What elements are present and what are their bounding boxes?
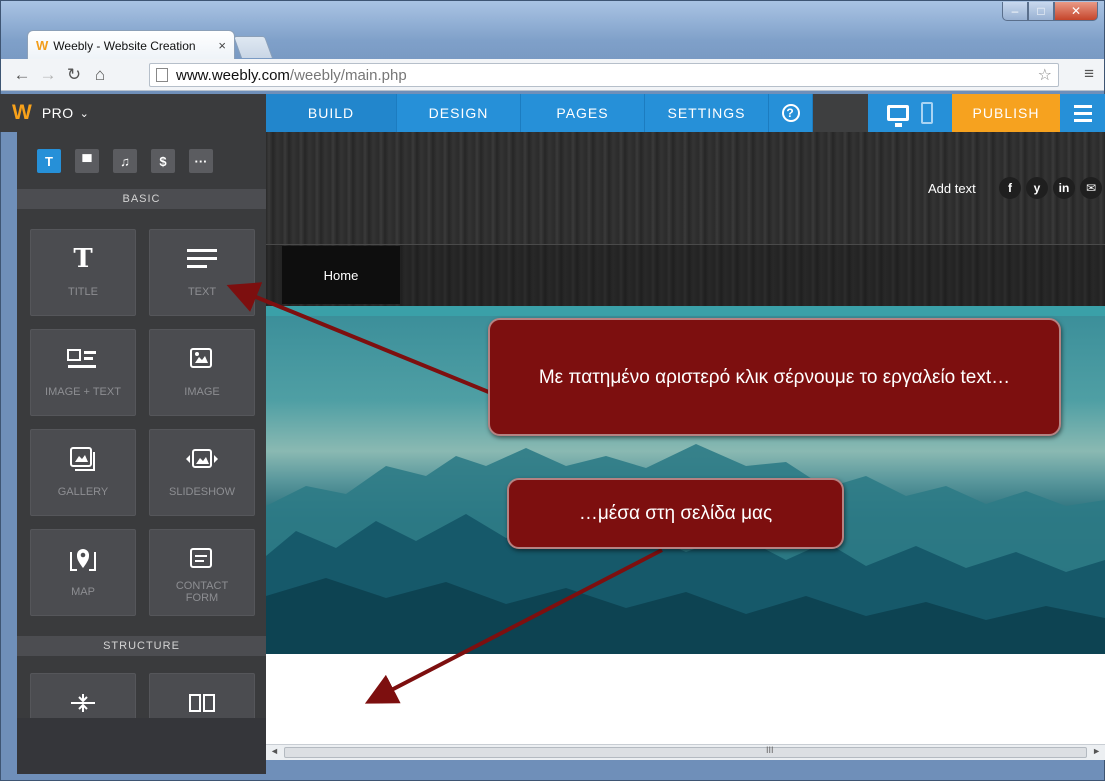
sidebar-footer [17,718,266,774]
map-element-label: MAP [71,586,95,598]
forward-arrow-icon[interactable]: → [35,65,61,85]
divider-icon [68,688,98,718]
structure-heading: STRUCTURE [17,636,266,656]
image-text-icon [66,344,100,374]
commerce-category-icon[interactable]: $ [151,149,175,173]
image-text-element-label: IMAGE + TEXT [45,386,121,398]
elements-sidebar: T ▀ ♫ $ ··· BASIC T TITLE TEXT IMAGE + T… [17,132,266,718]
social-icons: f y in ✉ [999,177,1102,199]
scroll-left-icon[interactable]: ◄ [270,746,279,756]
bookmark-star-icon[interactable]: ☆ [1038,65,1052,85]
tab-close-icon[interactable]: × [218,38,226,53]
columns-element[interactable] [149,673,255,718]
basic-elements-grid: T TITLE TEXT IMAGE + TEXT IMAGE GALLERY … [30,229,260,616]
horizontal-scrollbar[interactable]: ◄ III ► [266,744,1105,760]
basic-heading: BASIC [17,189,266,209]
slideshow-element[interactable]: SLIDESHOW [149,429,255,516]
more-category-icon[interactable]: ··· [189,149,213,173]
facebook-icon[interactable]: f [999,177,1021,199]
chrome-menu-icon[interactable]: ≡ [1084,64,1094,84]
text-element-label: TEXT [187,286,217,298]
site-canvas[interactable]: Add text f y in ✉ Home ◄ III ► [266,132,1105,760]
browser-tab[interactable]: W Weebly - Website Creation × [27,30,235,60]
url-path: /weebly/main.php [289,66,407,84]
page-icon [156,68,168,82]
device-preview [868,94,952,132]
weebly-logo-icon: W [12,101,32,124]
help-button[interactable]: ? [769,94,813,132]
maximize-button[interactable]: □ [1028,2,1054,21]
tab-pages[interactable]: PAGES [521,94,645,132]
url-field[interactable]: www.weebly.com/weebly/main.php ☆ [149,63,1059,87]
nav-home-link[interactable]: Home [282,246,400,304]
tab-title: Weebly - Website Creation [53,38,196,53]
window-controls: – □ ✕ [1002,2,1098,21]
structure-elements-grid [30,673,255,718]
slideshow-element-label: SLIDESHOW [168,486,235,498]
url-host: www.weebly.com [176,66,290,84]
layout-category-icon[interactable]: ▀ [75,149,99,173]
mobile-view-icon[interactable] [921,102,933,124]
scrollbar-thumb[interactable] [284,747,1087,758]
image-text-element[interactable]: IMAGE + TEXT [30,329,136,416]
map-element[interactable]: MAP [30,529,136,616]
plan-label: PRO [41,105,74,121]
new-tab-button[interactable] [232,36,274,58]
image-element[interactable]: IMAGE [149,329,255,416]
twitter-icon[interactable]: y [1026,177,1048,199]
accent-strip [266,306,1105,316]
columns-icon [187,688,217,718]
tab-settings-label: SETTINGS [667,105,746,121]
editor-topbar: W PRO ⌄ BUILD DESIGN PAGES SETTINGS ? PU… [0,94,1105,132]
contact-form-icon [189,544,215,574]
divider-element[interactable] [30,673,136,718]
category-tabs: T ▀ ♫ $ ··· [37,149,213,173]
minimize-button[interactable]: – [1002,2,1028,21]
text-lines-icon [185,244,219,274]
scroll-right-icon[interactable]: ► [1092,746,1101,756]
gallery-icon [69,444,97,474]
title-element-label: TITLE [68,286,98,298]
add-text-link[interactable]: Add text [928,181,976,196]
tab-settings[interactable]: SETTINGS [645,94,769,132]
map-pin-icon [68,544,98,574]
media-category-icon[interactable]: ♫ [113,149,137,173]
image-element-label: IMAGE [184,386,220,398]
scrollbar-grip: III [766,745,774,755]
title-bar: W Weebly - Website Creation × – □ ✕ [1,1,1104,60]
address-bar: ← → ↻ ⌂ www.weebly.com/weebly/main.php ☆… [1,59,1104,91]
weebly-favicon-icon: W [36,38,49,53]
chevron-down-icon: ⌄ [79,107,89,120]
tab-build-label: BUILD [307,105,355,121]
help-icon: ? [781,104,800,122]
instruction-callout-drop: …μέσα στη σελίδα μας [507,478,844,549]
email-icon[interactable]: ✉ [1080,177,1102,199]
back-arrow-icon[interactable]: ← [9,65,35,85]
gallery-element-label: GALLERY [57,486,109,498]
editor-nav: BUILD DESIGN PAGES SETTINGS ? [266,94,813,132]
menu-icon[interactable] [1060,94,1105,132]
tab-design-label: DESIGN [428,105,489,121]
reload-icon[interactable]: ↻ [61,65,87,85]
plan-selector[interactable]: W PRO ⌄ [0,94,266,132]
contact-form-element[interactable]: CONTACT FORM [149,529,255,616]
gallery-element[interactable]: GALLERY [30,429,136,516]
close-window-button[interactable]: ✕ [1054,2,1098,21]
home-icon[interactable]: ⌂ [87,65,113,85]
desktop-view-icon[interactable] [887,105,909,127]
tab-build[interactable]: BUILD [266,94,397,132]
text-category-icon[interactable]: T [37,149,61,173]
image-icon [189,344,215,374]
contact-form-element-label: CONTACT FORM [175,580,229,604]
instruction-callout-drag: Με πατημένο αριστερό κλικ σέρνουμε το ερ… [488,318,1061,436]
tab-pages-label: PAGES [556,105,609,121]
linkedin-icon[interactable]: in [1053,177,1075,199]
text-element[interactable]: TEXT [149,229,255,316]
title-element[interactable]: T TITLE [30,229,136,316]
tab-design[interactable]: DESIGN [397,94,521,132]
slideshow-icon [184,444,220,474]
publish-button[interactable]: PUBLISH [952,94,1060,132]
title-icon: T [73,244,93,274]
